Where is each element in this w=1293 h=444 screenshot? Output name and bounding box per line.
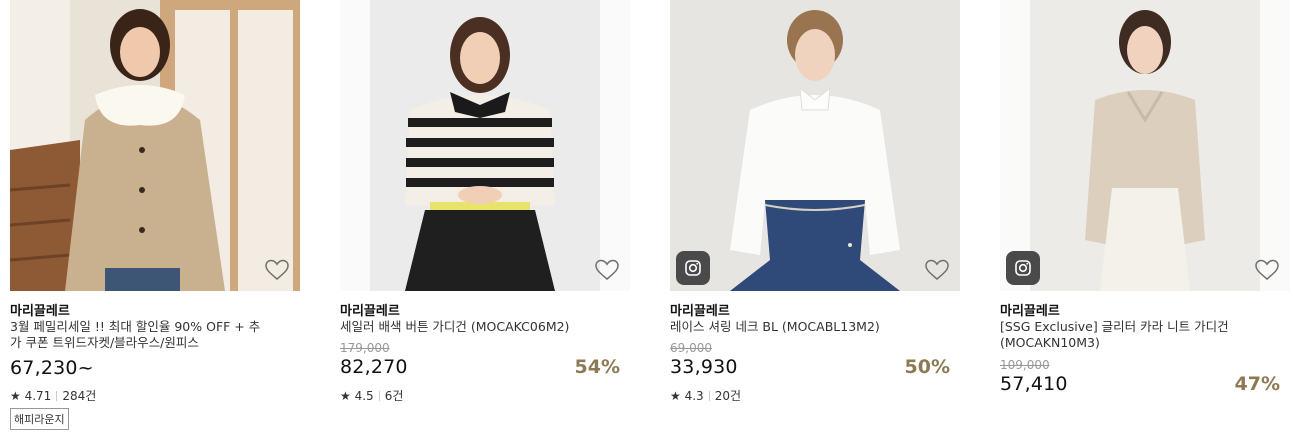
product-price: 33,930 [670, 356, 738, 378]
original-price: 179,000 [340, 341, 390, 355]
product-photo [670, 0, 960, 291]
review-count[interactable]: 20건 [715, 389, 741, 403]
discount-rate: 47% [1234, 373, 1280, 395]
rating-score: 4.3 [684, 389, 704, 403]
wishlist-heart-icon[interactable] [924, 258, 950, 282]
wishlist-heart-icon[interactable] [594, 258, 620, 282]
product-image[interactable] [340, 0, 630, 291]
instagram-icon[interactable] [676, 251, 710, 285]
product-rating: ★ 4.3 20건 [670, 387, 741, 404]
divider [708, 391, 710, 401]
product-title[interactable]: [SSG Exclusive] 글리터 카라 니트 가디건 (MOCAKN10M… [1000, 319, 1260, 351]
product-card[interactable]: 마리끌레르 세일러 배색 버튼 가디건 (MOCAKC06M2) 179,000… [340, 0, 630, 403]
original-price: 109,000 [1000, 358, 1050, 372]
product-card[interactable]: 마리끌레르 레이스 셔링 네크 BL (MOCABL13M2) 69,000 3… [670, 0, 960, 403]
product-price: 57,410 [1000, 373, 1068, 395]
discount-rate: 54% [574, 356, 620, 378]
product-title[interactable]: 3월 페밀리세일 !! 최대 할인율 90% OFF + 추가 쿠폰 트위드자켓… [10, 319, 270, 351]
divider [56, 391, 58, 401]
product-photo [340, 0, 630, 291]
product-title[interactable]: 레이스 셔링 네크 BL (MOCABL13M2) [670, 319, 930, 335]
star-icon: ★ [10, 389, 21, 403]
happy-lounge-badge: 해피라운지 [10, 408, 69, 430]
product-photo [1000, 0, 1290, 291]
discount-rate: 50% [904, 356, 950, 378]
rating-score: 4.5 [354, 389, 374, 403]
product-image[interactable] [670, 0, 960, 291]
original-price: 69,000 [670, 341, 712, 355]
product-title[interactable]: 세일러 배색 버튼 가디건 (MOCAKC06M2) [340, 319, 600, 335]
product-card[interactable]: 마리끌레르 3월 페밀리세일 !! 최대 할인율 90% OFF + 추가 쿠폰… [10, 0, 300, 430]
product-brand[interactable]: 마리끌레르 [670, 300, 730, 319]
product-image[interactable] [10, 0, 300, 291]
rating-score: 4.71 [24, 389, 52, 403]
product-rating: ★ 4.5 6건 [340, 387, 403, 404]
review-count[interactable]: 6건 [385, 389, 404, 403]
product-price: 82,270 [340, 356, 408, 378]
wishlist-heart-icon[interactable] [1254, 258, 1280, 282]
product-image[interactable] [1000, 0, 1290, 291]
product-price: 67,230~ [10, 357, 94, 379]
star-icon: ★ [670, 389, 681, 403]
product-brand[interactable]: 마리끌레르 [1000, 300, 1060, 319]
star-icon: ★ [340, 389, 351, 403]
wishlist-heart-icon[interactable] [264, 258, 290, 282]
instagram-icon[interactable] [1006, 251, 1040, 285]
divider [378, 391, 380, 401]
product-brand[interactable]: 마리끌레르 [340, 300, 400, 319]
product-rating: ★ 4.71 284건 [10, 387, 96, 404]
review-count[interactable]: 284건 [62, 389, 96, 403]
product-photo [10, 0, 300, 291]
product-card[interactable]: 마리끌레르 [SSG Exclusive] 글리터 카라 니트 가디건 (MOC… [1000, 0, 1290, 395]
product-brand[interactable]: 마리끌레르 [10, 300, 70, 319]
